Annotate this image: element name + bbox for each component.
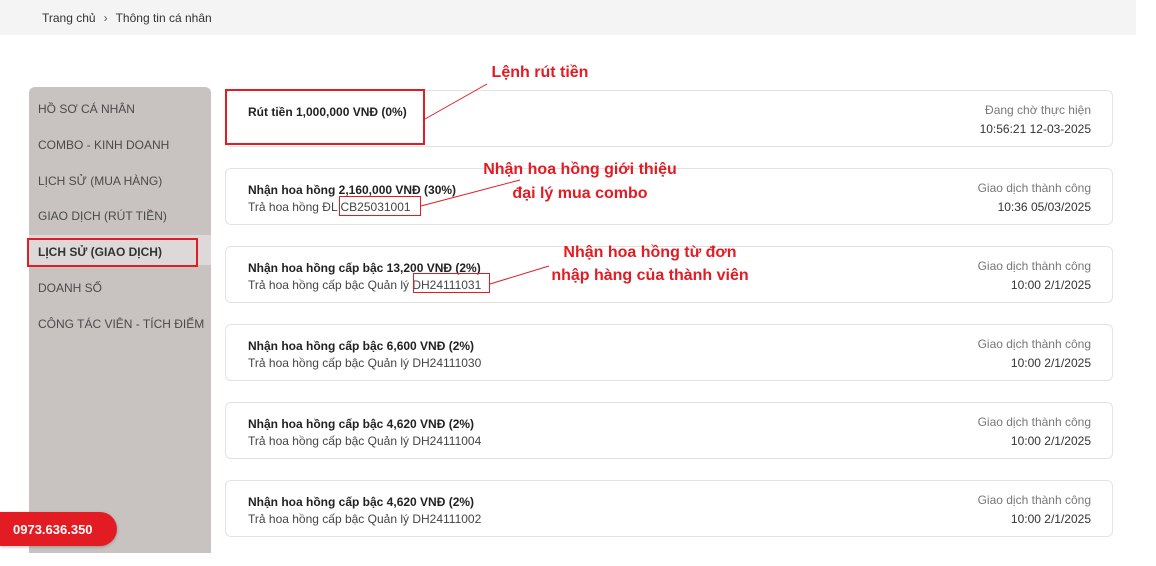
sidebar-item-giao-dich-rut-tien[interactable]: GIAO DỊCH (RÚT TIỀN)	[38, 209, 167, 223]
sidebar-item-doanh-so[interactable]: DOANH SỐ	[38, 281, 102, 295]
transaction-status: Giao dịch thành công	[977, 181, 1091, 195]
transaction-time: 10:00 2/1/2025	[1010, 512, 1091, 526]
annotation-member-line2: nhập hàng của thành viên	[551, 267, 749, 284]
transaction-time: 10:00 2/1/2025	[1010, 356, 1091, 370]
transaction-status: Giao dịch thành công	[977, 415, 1091, 429]
sidebar-item-cong-tac-vien[interactable]: CÔNG TÁC VIÊN - TÍCH ĐIỂM	[38, 317, 204, 331]
transaction-status: Giao dịch thành công	[977, 337, 1091, 351]
annotation-referral-line1: Nhận hoa hồng giới thiệu	[483, 161, 677, 178]
sidebar-active-annotation-box	[27, 238, 198, 267]
sidebar-item-combo[interactable]: COMBO - KINH DOANH	[38, 138, 169, 152]
breadcrumb: Trang chủ › Thông tin cá nhân	[0, 0, 1136, 35]
breadcrumb-home-link[interactable]: Trang chủ	[42, 11, 96, 25]
transaction-card[interactable]: Nhận hoa hồng cấp bậc 4,620 VNĐ (2%) Trả…	[225, 480, 1113, 537]
transaction-desc: Trả hoa hồng cấp bậc Quản lý DH24111030	[248, 356, 481, 370]
transaction-time: 10:36 05/03/2025	[997, 200, 1091, 214]
breadcrumb-separator-icon: ›	[103, 10, 108, 25]
transaction-time: 10:00 2/1/2025	[1010, 434, 1091, 448]
transaction-code: DH24111004	[412, 434, 482, 448]
transaction-status: Giao dịch thành công	[977, 259, 1091, 273]
transaction-desc-text: Trả hoa hồng cấp bậc Quản lý	[248, 434, 413, 448]
breadcrumb-current: Thông tin cá nhân	[115, 10, 212, 25]
transaction-code: DH24111030	[412, 356, 482, 370]
transaction-status: Giao dịch thành công	[977, 493, 1091, 507]
transaction-status: Đang chờ thực hiện	[985, 103, 1091, 117]
sidebar: HỒ SƠ CÁ NHÂN COMBO - KINH DOANH LỊCH SỬ…	[29, 87, 211, 553]
transaction-card[interactable]: Nhận hoa hồng cấp bậc 6,600 VNĐ (2%) Trả…	[225, 324, 1113, 381]
transaction-desc: Trả hoa hồng cấp bậc Quản lý DH24111004	[248, 434, 481, 448]
transaction-title: Nhận hoa hồng 2,160,000 VNĐ (30%)	[248, 183, 457, 197]
transaction-desc-text: Trả hoa hồng cấp bậc Quản lý	[248, 356, 413, 370]
hotline-button[interactable]: 0973.636.350	[0, 512, 117, 546]
transaction-desc: Trả hoa hồng cấp bậc Quản lý DH24111002	[248, 512, 481, 526]
transaction-time: 10:00 2/1/2025	[1010, 278, 1091, 292]
code-annotation-box	[413, 273, 490, 293]
annotation-member-line1: Nhận hoa hồng từ đơn	[563, 244, 737, 261]
annotation-withdraw: Lệnh rút tiền	[491, 64, 589, 81]
transaction-desc-text: Trả hoa hồng ĐL	[248, 200, 341, 214]
sidebar-item-lich-su-mua-hang[interactable]: LỊCH SỬ (MUA HÀNG)	[38, 174, 162, 188]
annotation-referral-line2: đại lý mua combo	[512, 185, 648, 202]
transaction-code: DH24111002	[412, 512, 482, 526]
code-annotation-box	[339, 196, 421, 216]
transaction-desc-text: Trả hoa hồng cấp bậc Quản lý	[248, 278, 413, 292]
withdraw-annotation-box	[225, 89, 425, 145]
transaction-title: Nhận hoa hồng cấp bậc 4,620 VNĐ (2%)	[248, 495, 475, 509]
transaction-title: Nhận hoa hồng cấp bậc 6,600 VNĐ (2%)	[248, 339, 475, 353]
sidebar-item-ho-so[interactable]: HỒ SƠ CÁ NHÂN	[38, 102, 135, 116]
transaction-card[interactable]: Nhận hoa hồng cấp bậc 4,620 VNĐ (2%) Trả…	[225, 402, 1113, 459]
transaction-title: Nhận hoa hồng cấp bậc 4,620 VNĐ (2%)	[248, 417, 475, 431]
transaction-time: 10:56:21 12-03-2025	[979, 122, 1091, 136]
transaction-desc-text: Trả hoa hồng cấp bậc Quản lý	[248, 512, 413, 526]
